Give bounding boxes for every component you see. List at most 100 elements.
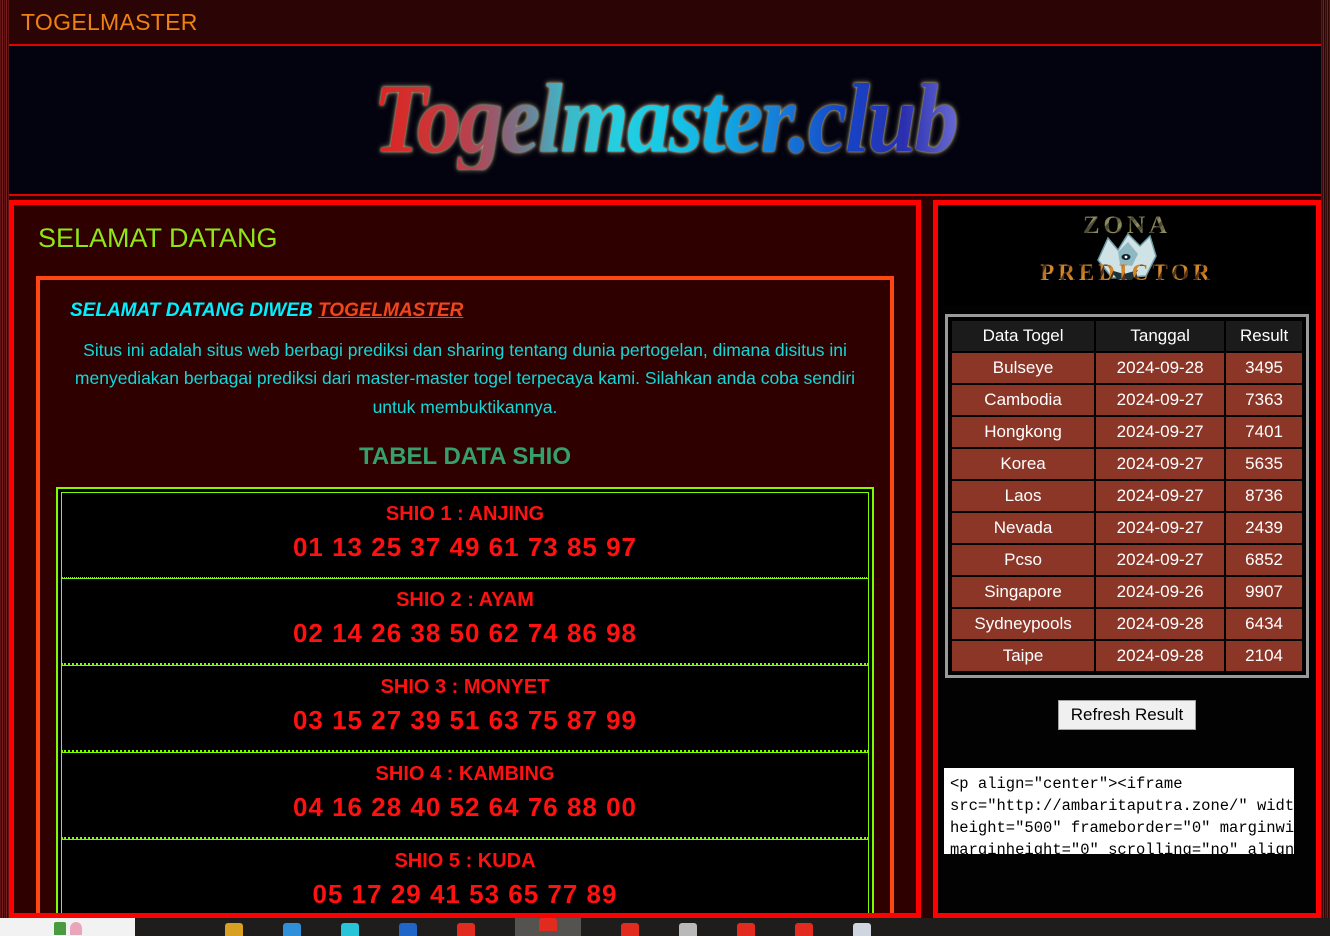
- table-row: Pcso 2024-09-27 6852: [952, 545, 1302, 575]
- intro-paragraph: Situs ini adalah situs web berbagi predi…: [74, 340, 856, 417]
- cell-result: 7401: [1226, 417, 1302, 447]
- table-row: Taipe 2024-09-28 2104: [952, 641, 1302, 671]
- shio-name: SHIO 3 : MONYET: [380, 676, 550, 699]
- cell-date: 2024-09-27: [1096, 449, 1225, 479]
- shio-row: SHIO 5 : KUDA 05 17 29 41 53 65 77 89: [61, 839, 869, 913]
- table-row: Bulseye 2024-09-28 3495: [952, 353, 1302, 383]
- cell-result: 9907: [1226, 577, 1302, 607]
- cell-market: Korea: [952, 449, 1095, 479]
- shio-row: SHIO 1 : ANJING 01 13 25 37 49 61 73 85 …: [61, 492, 869, 579]
- cell-result: 6434: [1226, 609, 1302, 639]
- result-table-body: Bulseye 2024-09-28 3495 Cambodia 2024-09…: [952, 353, 1302, 671]
- table-row: Sydneypools 2024-09-28 6434: [952, 609, 1302, 639]
- refresh-result-button[interactable]: Refresh Result: [1057, 700, 1197, 730]
- cell-date: 2024-09-27: [1096, 545, 1225, 575]
- column-header-data-togel: Data Togel: [952, 321, 1095, 351]
- cell-date: 2024-09-28: [1096, 641, 1225, 671]
- top-brand-bar: TOGELMASTER: [9, 0, 1321, 44]
- app-red-icon[interactable]: [539, 918, 557, 931]
- cell-date: 2024-09-27: [1096, 481, 1225, 511]
- shio-name: SHIO 4 : KAMBING: [375, 763, 555, 786]
- zona-logo-bottom-text: PREDICTOR: [944, 260, 1310, 286]
- cell-date: 2024-09-28: [1096, 609, 1225, 639]
- page-root: TOGELMASTER Togelmaster.club SELAMAT DAT…: [0, 0, 1330, 936]
- misc-icon[interactable]: [853, 923, 871, 936]
- cell-result: 3495: [1226, 353, 1302, 383]
- taskbar-active-window[interactable]: [515, 918, 581, 936]
- shio-numbers: 01 13 25 37 49 61 73 85 97: [292, 532, 638, 563]
- shio-name: SHIO 1 : ANJING: [385, 503, 545, 526]
- folder-icon[interactable]: [225, 923, 243, 936]
- cell-date: 2024-09-27: [1096, 417, 1225, 447]
- palm-tree-icon[interactable]: [53, 922, 66, 935]
- banner-inner: Togelmaster.club: [9, 46, 1321, 194]
- shio-row: SHIO 2 : AYAM 02 14 26 38 50 62 74 86 98: [61, 578, 869, 666]
- table-row: Cambodia 2024-09-27 7363: [952, 385, 1302, 415]
- result-table-container: Data Togel Tanggal Result Bulseye 2024-0…: [945, 314, 1309, 678]
- iframe-code-snippet[interactable]: <p align="center"><iframe src="http://am…: [944, 768, 1294, 854]
- table-row: Laos 2024-09-27 8736: [952, 481, 1302, 511]
- table-row: Korea 2024-09-27 5635: [952, 449, 1302, 479]
- shio-table-heading: TABEL DATA SHIO: [359, 443, 571, 471]
- table-row: Hongkong 2024-09-27 7401: [952, 417, 1302, 447]
- intro-title: SELAMAT DATANG DIWEB TOGELMASTER: [56, 296, 874, 322]
- cell-market: Pcso: [952, 545, 1095, 575]
- cell-result: 8736: [1226, 481, 1302, 511]
- cell-market: Cambodia: [952, 385, 1095, 415]
- main-area: SELAMAT DATANG SELAMAT DATANG DIWEB TOGE…: [9, 200, 1321, 918]
- app-red-icon[interactable]: [457, 923, 475, 936]
- togelmaster-link[interactable]: TOGELMASTER: [318, 300, 463, 321]
- refresh-button-wrap: Refresh Result: [938, 678, 1316, 730]
- zona-predictor-logo: ZONA PREDICTOR: [944, 208, 1310, 306]
- cell-date: 2024-09-28: [1096, 353, 1225, 383]
- right-texture-rail: [1321, 0, 1330, 936]
- cell-result: 5635: [1226, 449, 1302, 479]
- taskbar-icon-strip[interactable]: [135, 918, 1330, 936]
- cell-market: Taipe: [952, 641, 1095, 671]
- site-title: TOGELMASTER: [21, 8, 198, 35]
- page-heading: SELAMAT DATANG: [38, 223, 278, 253]
- taskbar-start-area[interactable]: [0, 918, 135, 936]
- shio-numbers: 02 14 26 38 50 62 74 86 98: [292, 618, 638, 649]
- cell-result: 2439: [1226, 513, 1302, 543]
- shio-numbers: 04 16 28 40 52 64 76 88 00: [292, 792, 638, 823]
- cell-date: 2024-09-27: [1096, 513, 1225, 543]
- cell-market: Laos: [952, 481, 1095, 511]
- column-header-tanggal: Tanggal: [1096, 321, 1225, 351]
- shio-table: SHIO 1 : ANJING 01 13 25 37 49 61 73 85 …: [56, 487, 874, 913]
- flower-icon[interactable]: [69, 922, 82, 935]
- doc-icon[interactable]: [679, 923, 697, 936]
- intro-title-text: SELAMAT DATANG DIWEB: [70, 300, 319, 321]
- cell-market: Sydneypools: [952, 609, 1095, 639]
- cell-result: 6852: [1226, 545, 1302, 575]
- app-red-icon[interactable]: [621, 923, 639, 936]
- app-red-icon[interactable]: [737, 923, 755, 936]
- column-header-result: Result: [1226, 321, 1302, 351]
- shio-numbers: 05 17 29 41 53 65 77 89: [312, 879, 618, 910]
- content-panel: SELAMAT DATANG SELAMAT DATANG DIWEB TOGE…: [9, 200, 921, 918]
- cell-market: Bulseye: [952, 353, 1095, 383]
- shio-name: SHIO 2 : AYAM: [396, 589, 534, 612]
- shio-numbers: 03 15 27 39 51 63 75 87 99: [292, 705, 638, 736]
- result-table: Data Togel Tanggal Result Bulseye 2024-0…: [950, 319, 1304, 673]
- shio-name: SHIO 5 : KUDA: [394, 850, 536, 873]
- intro-box: SELAMAT DATANG DIWEB TOGELMASTER Situs i…: [36, 276, 894, 913]
- left-texture-rail: [0, 0, 9, 936]
- table-row: Singapore 2024-09-26 9907: [952, 577, 1302, 607]
- site-banner: Togelmaster.club: [9, 44, 1321, 196]
- os-taskbar[interactable]: [0, 918, 1330, 936]
- table-row: Nevada 2024-09-27 2439: [952, 513, 1302, 543]
- cell-market: Hongkong: [952, 417, 1095, 447]
- cell-result: 2104: [1226, 641, 1302, 671]
- app-red-icon[interactable]: [795, 923, 813, 936]
- cell-date: 2024-09-27: [1096, 385, 1225, 415]
- sidebar-panel: ZONA PREDICTOR Data Togel Tanggal Result…: [933, 200, 1321, 918]
- shio-row: SHIO 4 : KAMBING 04 16 28 40 52 64 76 88…: [61, 752, 869, 840]
- shio-row: SHIO 3 : MONYET 03 15 27 39 51 63 75 87 …: [61, 665, 869, 753]
- cell-market: Singapore: [952, 577, 1095, 607]
- table-header-row: Data Togel Tanggal Result: [952, 321, 1302, 351]
- browser-icon[interactable]: [341, 923, 359, 936]
- drive-icon[interactable]: [399, 923, 417, 936]
- window-icon[interactable]: [283, 923, 301, 936]
- cell-date: 2024-09-26: [1096, 577, 1225, 607]
